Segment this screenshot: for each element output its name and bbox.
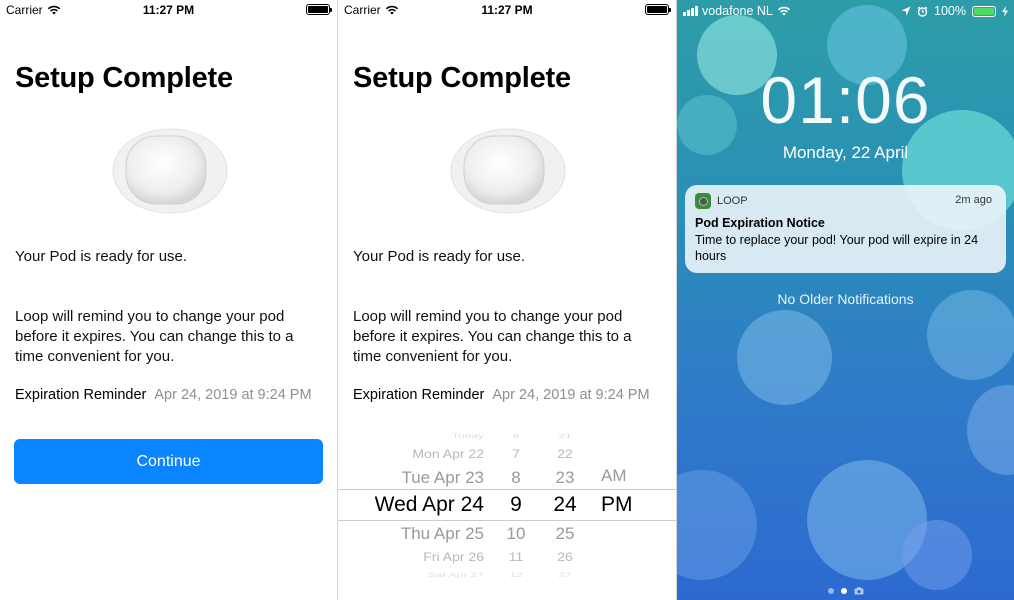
expiration-reminder-value[interactable]: Apr 24, 2019 at 9:24 PM bbox=[492, 387, 649, 403]
battery-icon bbox=[645, 4, 671, 15]
continue-button[interactable]: Continue bbox=[14, 439, 323, 484]
expiration-reminder-row[interactable]: Expiration Reminder Apr 24, 2019 at 9:24… bbox=[15, 387, 312, 403]
picker-date-option[interactable]: Mon Apr 22 bbox=[412, 444, 484, 464]
charging-bolt-icon bbox=[1002, 5, 1008, 17]
battery-icon bbox=[972, 5, 996, 17]
expiration-reminder-label: Expiration Reminder bbox=[15, 387, 147, 403]
notification-app-name: LOOP bbox=[717, 195, 748, 207]
picker-minute-option[interactable]: 21 bbox=[546, 429, 584, 442]
page-title: Setup Complete bbox=[353, 62, 571, 94]
picker-minute-option[interactable]: 26 bbox=[546, 547, 584, 567]
picker-minute-option[interactable]: 22 bbox=[546, 444, 584, 464]
picker-am-option[interactable]: AM bbox=[601, 466, 627, 486]
date-time-picker[interactable]: Today Mon Apr 22 Tue Apr 23 Wed Apr 24 T… bbox=[338, 428, 676, 580]
picker-hour-option[interactable]: 6 bbox=[498, 429, 534, 442]
picker-date-selected[interactable]: Wed Apr 24 bbox=[375, 493, 484, 517]
page-title: Setup Complete bbox=[15, 62, 233, 94]
picker-hour-selected[interactable]: 9 bbox=[498, 493, 534, 517]
lock-screen: vodafone NL 100% 01:06 Monday, 22 April … bbox=[677, 0, 1014, 600]
location-arrow-icon bbox=[901, 6, 911, 16]
lock-clock: 01:06 bbox=[760, 63, 931, 137]
ready-text: Your Pod is ready for use. bbox=[353, 248, 526, 265]
camera-icon[interactable] bbox=[854, 587, 864, 595]
wallpaper-bubble bbox=[902, 520, 972, 590]
carrier-name: vodafone NL bbox=[702, 4, 773, 18]
picker-date-column[interactable]: Today Mon Apr 22 Tue Apr 23 Wed Apr 24 T… bbox=[338, 428, 484, 580]
picker-minute-option[interactable]: 25 bbox=[546, 522, 584, 546]
page-indicator[interactable] bbox=[677, 587, 1014, 595]
notification-body: Time to replace your pod! Your pod will … bbox=[695, 233, 979, 263]
loop-app-icon bbox=[695, 193, 711, 209]
picker-hour-option[interactable]: 12 bbox=[498, 568, 534, 580]
picker-minute-selected[interactable]: 24 bbox=[546, 493, 584, 517]
picker-minute-option[interactable]: 23 bbox=[546, 466, 584, 490]
picker-hour-option[interactable]: 7 bbox=[498, 444, 534, 464]
picker-date-option[interactable]: Sat Apr 27 bbox=[428, 568, 484, 580]
carrier: vodafone NL bbox=[683, 4, 791, 18]
picker-date-option[interactable]: Today bbox=[452, 429, 484, 442]
wallpaper-bubble bbox=[677, 470, 757, 580]
wallpaper-bubble bbox=[737, 310, 832, 405]
picker-date-option[interactable]: Fri Apr 26 bbox=[423, 547, 484, 567]
battery-icon bbox=[306, 4, 332, 15]
picker-hour-option[interactable]: 11 bbox=[498, 547, 534, 567]
status-bar: Carrier 11:27 PM bbox=[0, 0, 337, 20]
notification-time: 2m ago bbox=[955, 194, 992, 206]
picker-hour-column[interactable]: 6 7 8 9 10 11 12 bbox=[498, 428, 534, 580]
picker-hour-option[interactable]: 8 bbox=[498, 466, 534, 490]
reminder-description: Loop will remind you to change your pod … bbox=[353, 308, 632, 365]
notification-app: LOOP bbox=[695, 193, 748, 209]
status-right: 100% bbox=[901, 4, 1008, 18]
alarm-clock-icon bbox=[917, 6, 928, 17]
page-dot-active[interactable] bbox=[840, 588, 847, 594]
ready-text: Your Pod is ready for use. bbox=[15, 248, 188, 265]
wifi-icon bbox=[777, 6, 791, 16]
setup-complete-screen: Carrier 11:27 PM Setup Complete Your Pod… bbox=[0, 0, 337, 600]
pod-image bbox=[450, 128, 566, 214]
picker-date-option[interactable]: Thu Apr 25 bbox=[401, 522, 484, 546]
picker-hour-option[interactable]: 10 bbox=[498, 522, 534, 546]
setup-complete-picker-screen: Carrier 11:27 PM Setup Complete Your Pod… bbox=[338, 0, 676, 600]
picker-date-option[interactable]: Tue Apr 23 bbox=[401, 466, 484, 490]
picker-minute-option[interactable]: 27 bbox=[546, 568, 584, 580]
page-dot[interactable] bbox=[827, 588, 834, 594]
notification-title: Pod Expiration Notice bbox=[695, 216, 825, 230]
reminder-description: Loop will remind you to change your pod … bbox=[15, 308, 294, 365]
signal-icon bbox=[683, 6, 698, 16]
expiration-reminder-label: Expiration Reminder bbox=[353, 387, 485, 403]
lock-date: Monday, 22 April bbox=[782, 143, 909, 162]
wallpaper-bubble bbox=[967, 385, 1014, 475]
status-time: 11:27 PM bbox=[481, 3, 533, 17]
pod-image bbox=[112, 128, 228, 214]
battery-percent: 100% bbox=[934, 4, 966, 18]
status-bar: Carrier 11:27 PM bbox=[338, 0, 676, 20]
no-older-notifications: No Older Notifications bbox=[777, 291, 914, 307]
notification-card[interactable]: LOOP 2m ago Pod Expiration Notice Time t… bbox=[685, 185, 1006, 273]
status-time: 11:27 PM bbox=[142, 3, 195, 17]
expiration-reminder-row[interactable]: Expiration Reminder Apr 24, 2019 at 9:24… bbox=[353, 387, 650, 403]
status-bar: vodafone NL 100% bbox=[677, 0, 1014, 22]
expiration-reminder-value[interactable]: Apr 24, 2019 at 9:24 PM bbox=[154, 387, 311, 403]
picker-pm-selected[interactable]: PM bbox=[601, 493, 633, 517]
picker-minute-column[interactable]: 21 22 23 24 25 26 27 bbox=[546, 428, 584, 580]
